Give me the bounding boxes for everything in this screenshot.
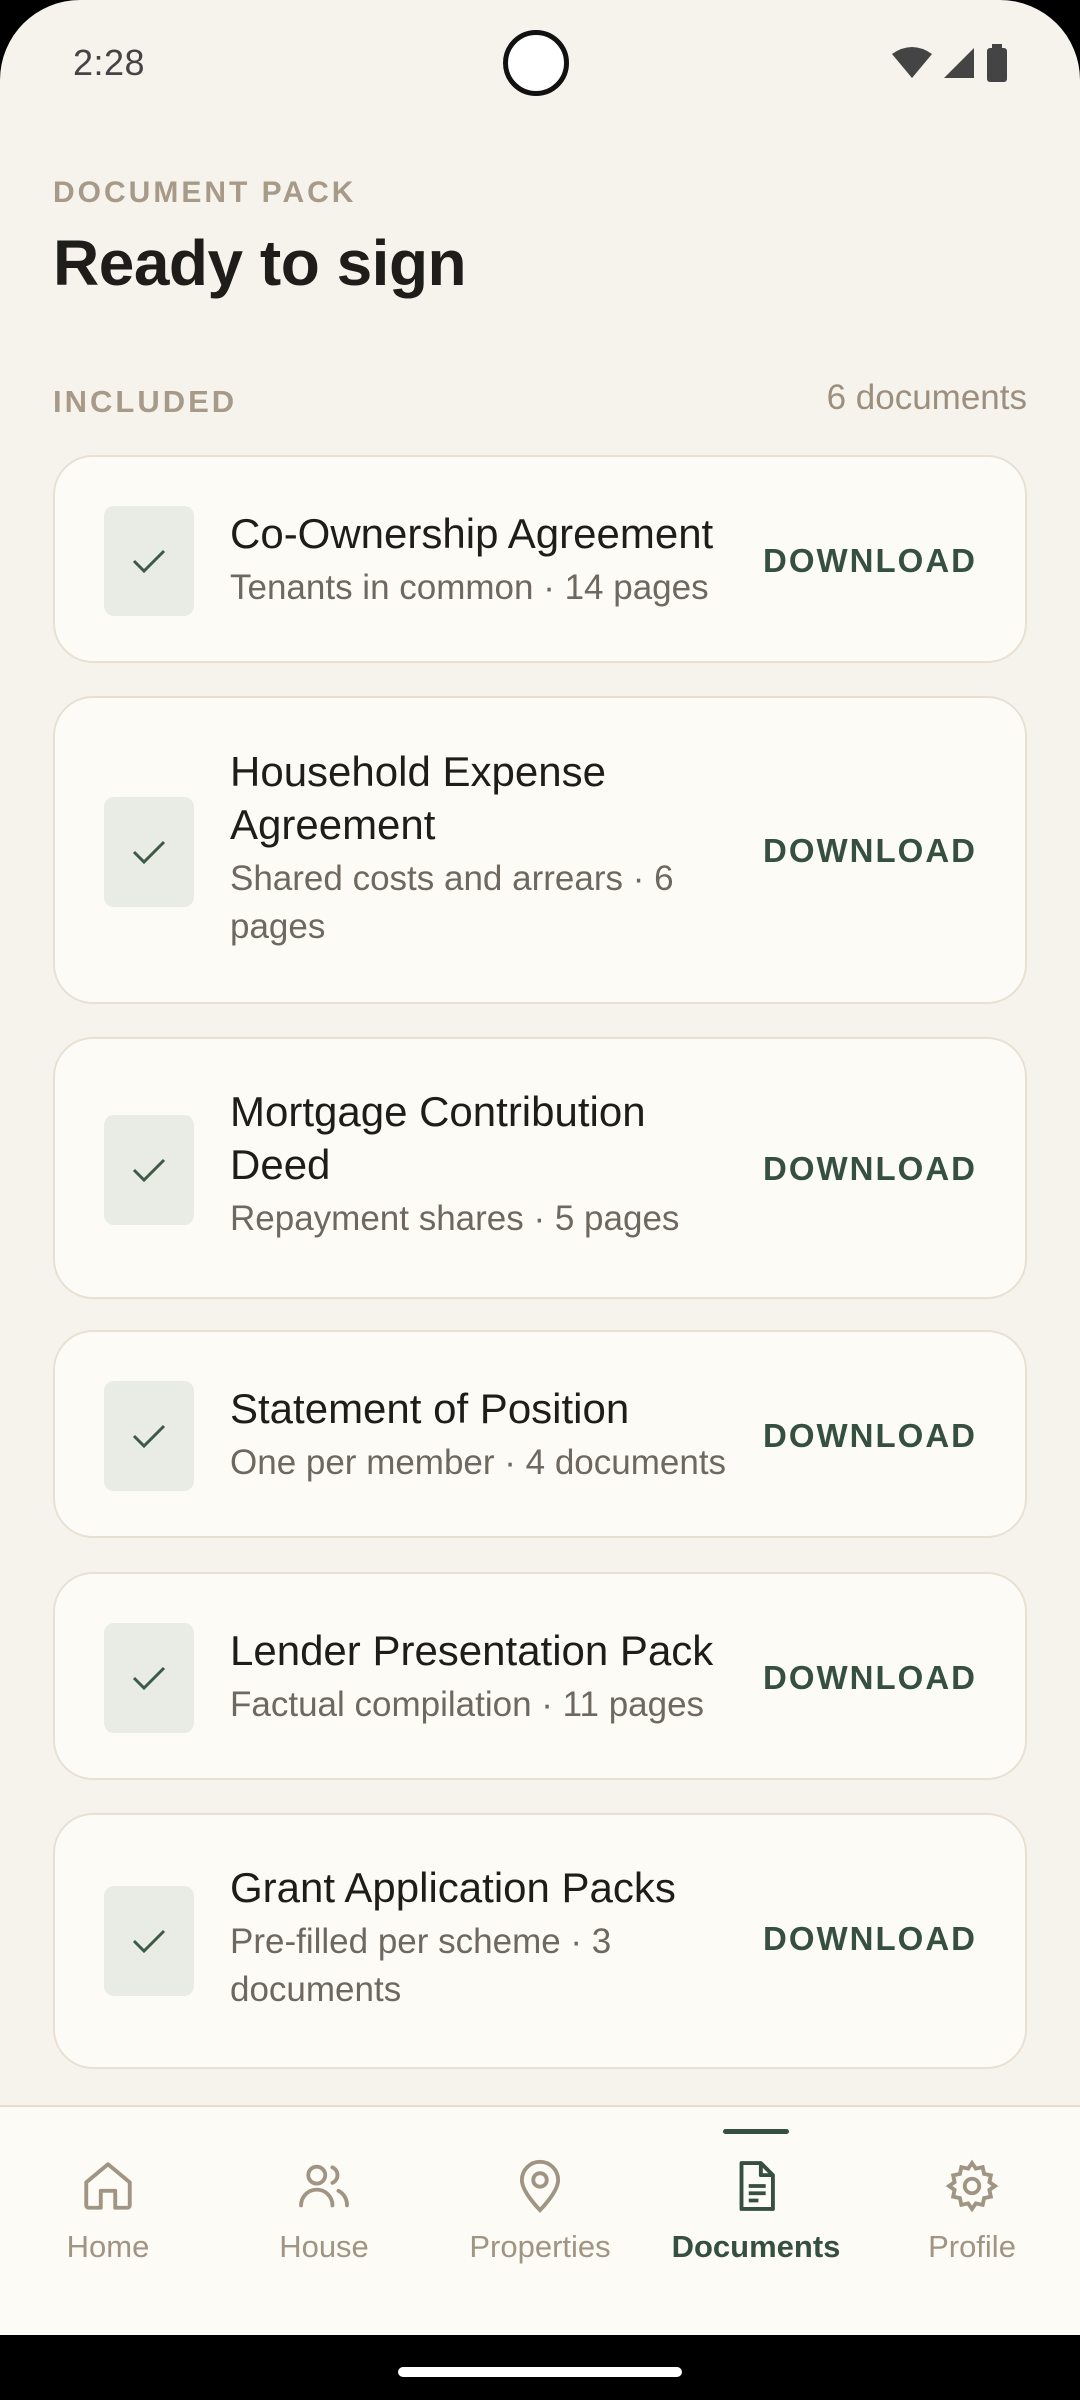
document-subtitle: One per member · 4 documents bbox=[230, 1443, 727, 1482]
download-button[interactable]: DOWNLOAD bbox=[763, 1920, 977, 1958]
document-subtitle: Pre-filled per scheme · 3 documents bbox=[230, 1922, 612, 2009]
active-tab-indicator bbox=[723, 2129, 789, 2134]
nav-item-home[interactable]: Home bbox=[0, 2107, 216, 2337]
download-button[interactable]: DOWNLOAD bbox=[763, 1417, 977, 1455]
cellular-signal-icon bbox=[944, 48, 974, 78]
camera-cutout bbox=[503, 30, 569, 96]
nav-label: Profile bbox=[928, 2229, 1016, 2264]
document-subtitle: Factual compilation · 11 pages bbox=[230, 1685, 705, 1724]
check-icon bbox=[132, 1666, 166, 1691]
download-button[interactable]: DOWNLOAD bbox=[763, 832, 977, 870]
document-title: Statement of Position bbox=[230, 1385, 630, 1432]
bottom-navigation: Home House Properties Documents Profile bbox=[0, 2105, 1080, 2337]
checkbox-checked bbox=[104, 1381, 194, 1491]
section-label: INCLUDED bbox=[53, 384, 238, 419]
nav-label: Home bbox=[66, 2229, 150, 2264]
check-icon bbox=[132, 549, 166, 574]
nav-label: Properties bbox=[469, 2229, 611, 2264]
nav-label: House bbox=[279, 2229, 369, 2264]
checkbox-checked bbox=[104, 506, 194, 616]
gear-icon bbox=[945, 2159, 999, 2213]
battery-icon bbox=[987, 44, 1007, 82]
checkbox-checked bbox=[104, 1623, 194, 1733]
document-title: Mortgage Contribution Deed bbox=[230, 1088, 646, 1188]
document-subtitle: Tenants in common · 14 pages bbox=[230, 568, 709, 607]
checkbox-checked bbox=[104, 1886, 194, 1996]
nav-label: Documents bbox=[671, 2229, 841, 2264]
document-title: Lender Presentation Pack bbox=[230, 1627, 714, 1674]
download-button[interactable]: DOWNLOAD bbox=[763, 1659, 977, 1697]
document-title: Co-Ownership Agreement bbox=[230, 510, 714, 557]
check-icon bbox=[132, 840, 166, 865]
document-count: 6 documents bbox=[826, 378, 1027, 417]
document-subtitle: Repayment shares · 5 pages bbox=[230, 1199, 680, 1238]
screen: 2:28 DOCUMENT PACK Ready to sign INCLUDE… bbox=[0, 0, 1080, 2400]
page-eyebrow: DOCUMENT PACK bbox=[53, 176, 357, 209]
home-icon bbox=[84, 2162, 132, 2210]
check-icon bbox=[132, 1158, 166, 1183]
check-icon bbox=[132, 1929, 166, 1954]
document-card: Household Expense Agreement Shared costs… bbox=[53, 696, 1027, 1004]
document-card: Mortgage Contribution Deed Repayment sha… bbox=[53, 1037, 1027, 1299]
nav-item-properties[interactable]: Properties bbox=[432, 2107, 648, 2337]
download-button[interactable]: DOWNLOAD bbox=[763, 1150, 977, 1188]
document-card: Grant Application Packs Pre-filled per s… bbox=[53, 1813, 1027, 2069]
document-card: Statement of Position One per member · 4… bbox=[53, 1330, 1027, 1538]
status-icons bbox=[892, 44, 1008, 82]
location-pin-icon bbox=[519, 2159, 561, 2213]
status-time: 2:28 bbox=[73, 42, 146, 83]
document-title: Grant Application Packs bbox=[230, 1864, 676, 1911]
wifi-icon bbox=[892, 47, 932, 78]
checkbox-checked bbox=[104, 1115, 194, 1225]
document-icon bbox=[739, 2161, 775, 2211]
home-gesture-bar[interactable] bbox=[398, 2367, 682, 2377]
nav-item-house[interactable]: House bbox=[216, 2107, 432, 2337]
nav-item-documents[interactable]: Documents bbox=[648, 2107, 864, 2337]
document-card: Lender Presentation Pack Factual compila… bbox=[53, 1572, 1027, 1780]
people-icon bbox=[299, 2164, 349, 2208]
checkbox-checked bbox=[104, 797, 194, 907]
document-subtitle: Shared costs and arrears · 6 pages bbox=[230, 859, 674, 946]
nav-item-profile[interactable]: Profile bbox=[864, 2107, 1080, 2337]
document-card: Co-Ownership Agreement Tenants in common… bbox=[53, 455, 1027, 663]
page-title: Ready to sign bbox=[53, 227, 467, 299]
download-button[interactable]: DOWNLOAD bbox=[763, 542, 977, 580]
check-icon bbox=[132, 1424, 166, 1449]
document-title: Household Expense Agreement bbox=[230, 748, 606, 848]
